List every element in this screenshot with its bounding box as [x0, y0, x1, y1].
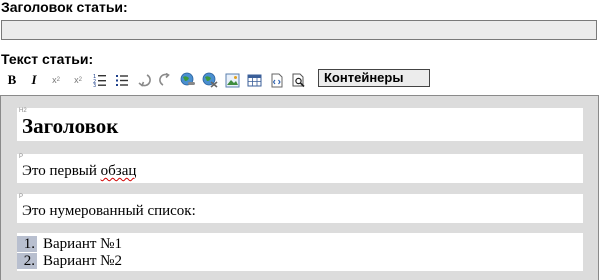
- bold-button[interactable]: B: [1, 69, 23, 91]
- numbered-list-button[interactable]: 1 2 3: [89, 69, 111, 91]
- subscript-button[interactable]: x2: [67, 69, 89, 91]
- insert-table-icon: [247, 74, 261, 86]
- italic-button[interactable]: I: [23, 69, 45, 91]
- list-item-number: 1.: [17, 236, 37, 252]
- paragraph-text: Это нумерованный список:: [22, 203, 196, 219]
- undo-button[interactable]: [133, 69, 155, 91]
- misspelled-word[interactable]: обзац: [101, 163, 137, 179]
- list-item[interactable]: 1. Вариант №1: [17, 236, 122, 252]
- list-item[interactable]: 2. Вариант №2: [17, 253, 122, 269]
- insert-link-button[interactable]: [177, 69, 199, 91]
- superscript-mark: 2: [56, 77, 60, 83]
- undo-icon: [138, 74, 151, 87]
- svg-text:3: 3: [93, 83, 96, 87]
- list-item-text: Вариант №2: [43, 253, 122, 269]
- numbered-list-icon: 1 2 3: [93, 74, 106, 87]
- redo-button[interactable]: [155, 69, 177, 91]
- preview-icon: [292, 73, 305, 87]
- block-tag-label: P: [19, 154, 24, 160]
- list-item-number: 2.: [17, 253, 37, 269]
- insert-link-icon: [180, 72, 195, 86]
- heading-text: Заголовок: [22, 114, 119, 138]
- insert-image-button[interactable]: [221, 69, 243, 91]
- remove-link-button[interactable]: [199, 69, 221, 91]
- ordered-list-block[interactable]: 1. Вариант №1 2. Вариант №2: [17, 233, 583, 271]
- block-tag-label: P: [19, 194, 24, 200]
- bullet-list-button[interactable]: [111, 69, 133, 91]
- superscript-button[interactable]: x2: [45, 69, 67, 91]
- paragraph-text: Это первый обзац: [22, 162, 136, 180]
- preview-button[interactable]: [287, 69, 309, 91]
- insert-image-icon: [225, 73, 239, 87]
- heading-block[interactable]: H2 Заголовок: [17, 108, 583, 141]
- paragraph-block[interactable]: P Это первый обзац: [17, 154, 583, 183]
- remove-link-icon: [202, 72, 218, 88]
- source-code-button[interactable]: [265, 69, 287, 91]
- source-code-icon: [271, 73, 282, 87]
- subscript-mark: 2: [78, 77, 82, 83]
- rich-text-editor[interactable]: H2 Заголовок P Это первый обзац P Это ну…: [0, 95, 599, 280]
- bullet-list-icon: [116, 75, 128, 86]
- article-body-label: Текст статьи:: [1, 51, 94, 67]
- redo-icon: [159, 73, 170, 86]
- containers-dropdown[interactable]: Контейнеры: [318, 69, 430, 87]
- list-item-text: Вариант №1: [43, 236, 122, 252]
- insert-table-button[interactable]: [243, 69, 265, 91]
- paragraph-block[interactable]: P Это нумерованный список:: [17, 194, 583, 223]
- paragraph-text-start: Это первый: [22, 163, 101, 179]
- article-title-label: Заголовок статьи:: [1, 0, 128, 15]
- article-title-input[interactable]: [1, 20, 597, 40]
